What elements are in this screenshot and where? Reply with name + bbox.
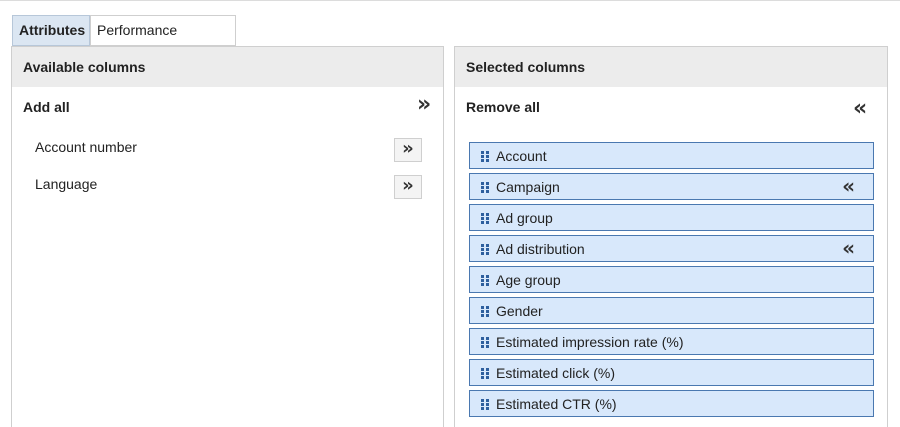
remove-all-row: Remove all « <box>455 87 887 127</box>
tab-attributes[interactable]: Attributes <box>12 15 90 46</box>
drag-handle-icon[interactable] <box>481 275 490 286</box>
selected-column-item[interactable]: Age group <box>469 266 874 293</box>
double-chevron-right-icon[interactable]: » <box>417 93 431 117</box>
add-account-number-button[interactable]: » <box>394 138 422 162</box>
top-divider <box>0 0 900 1</box>
selected-column-item[interactable]: Ad group <box>469 204 874 231</box>
remove-column-icon[interactable]: « <box>842 236 855 261</box>
tab-performance-statistics[interactable]: Performance statistics <box>90 15 236 67</box>
selected-column-item[interactable]: Estimated click (%) <box>469 359 874 386</box>
add-all-button[interactable]: Add all <box>23 99 70 115</box>
selected-column-item[interactable]: Account <box>469 142 874 169</box>
double-chevron-left-icon[interactable]: « <box>853 97 867 121</box>
drag-handle-icon[interactable] <box>481 151 490 162</box>
drag-handle-icon[interactable] <box>481 213 490 224</box>
selected-column-label: Account <box>496 148 547 164</box>
available-columns-panel: Available columns Add all » Account numb… <box>11 46 444 427</box>
selected-column-label: Gender <box>496 303 543 319</box>
selected-column-label: Age group <box>496 272 561 288</box>
selected-column-label: Estimated click (%) <box>496 365 616 381</box>
selected-columns-header: Selected columns <box>455 47 887 87</box>
available-item-language: Language <box>35 176 98 192</box>
available-item-account-number: Account number <box>35 139 137 155</box>
selected-column-item[interactable]: Campaign « <box>469 173 874 200</box>
selected-column-item[interactable]: Estimated impression rate (%) <box>469 328 874 355</box>
drag-handle-icon[interactable] <box>481 399 490 410</box>
drag-handle-icon[interactable] <box>481 337 490 348</box>
add-language-button[interactable]: » <box>394 175 422 199</box>
selected-column-item[interactable]: Ad distribution « <box>469 235 874 262</box>
drag-handle-icon[interactable] <box>481 306 490 317</box>
selected-column-item[interactable]: Gender <box>469 297 874 324</box>
selected-columns-panel: Selected columns Remove all « Account Cam… <box>454 46 888 427</box>
selected-column-label: Ad distribution <box>496 241 585 257</box>
add-all-row: Add all » <box>12 87 443 127</box>
selected-column-item[interactable]: Estimated CTR (%) <box>469 390 874 417</box>
selected-column-label: Estimated impression rate (%) <box>496 334 684 350</box>
drag-handle-icon[interactable] <box>481 244 490 255</box>
selected-column-label: Estimated CTR (%) <box>496 396 617 412</box>
remove-all-button[interactable]: Remove all <box>466 99 540 115</box>
selected-column-label: Campaign <box>496 179 560 195</box>
drag-handle-icon[interactable] <box>481 368 490 379</box>
remove-column-icon[interactable]: « <box>842 174 855 199</box>
available-columns-header: Available columns <box>12 47 443 87</box>
drag-handle-icon[interactable] <box>481 182 490 193</box>
selected-columns-list: Account Campaign « Ad group Ad distribution «… <box>469 142 874 421</box>
selected-column-label: Ad group <box>496 210 553 226</box>
